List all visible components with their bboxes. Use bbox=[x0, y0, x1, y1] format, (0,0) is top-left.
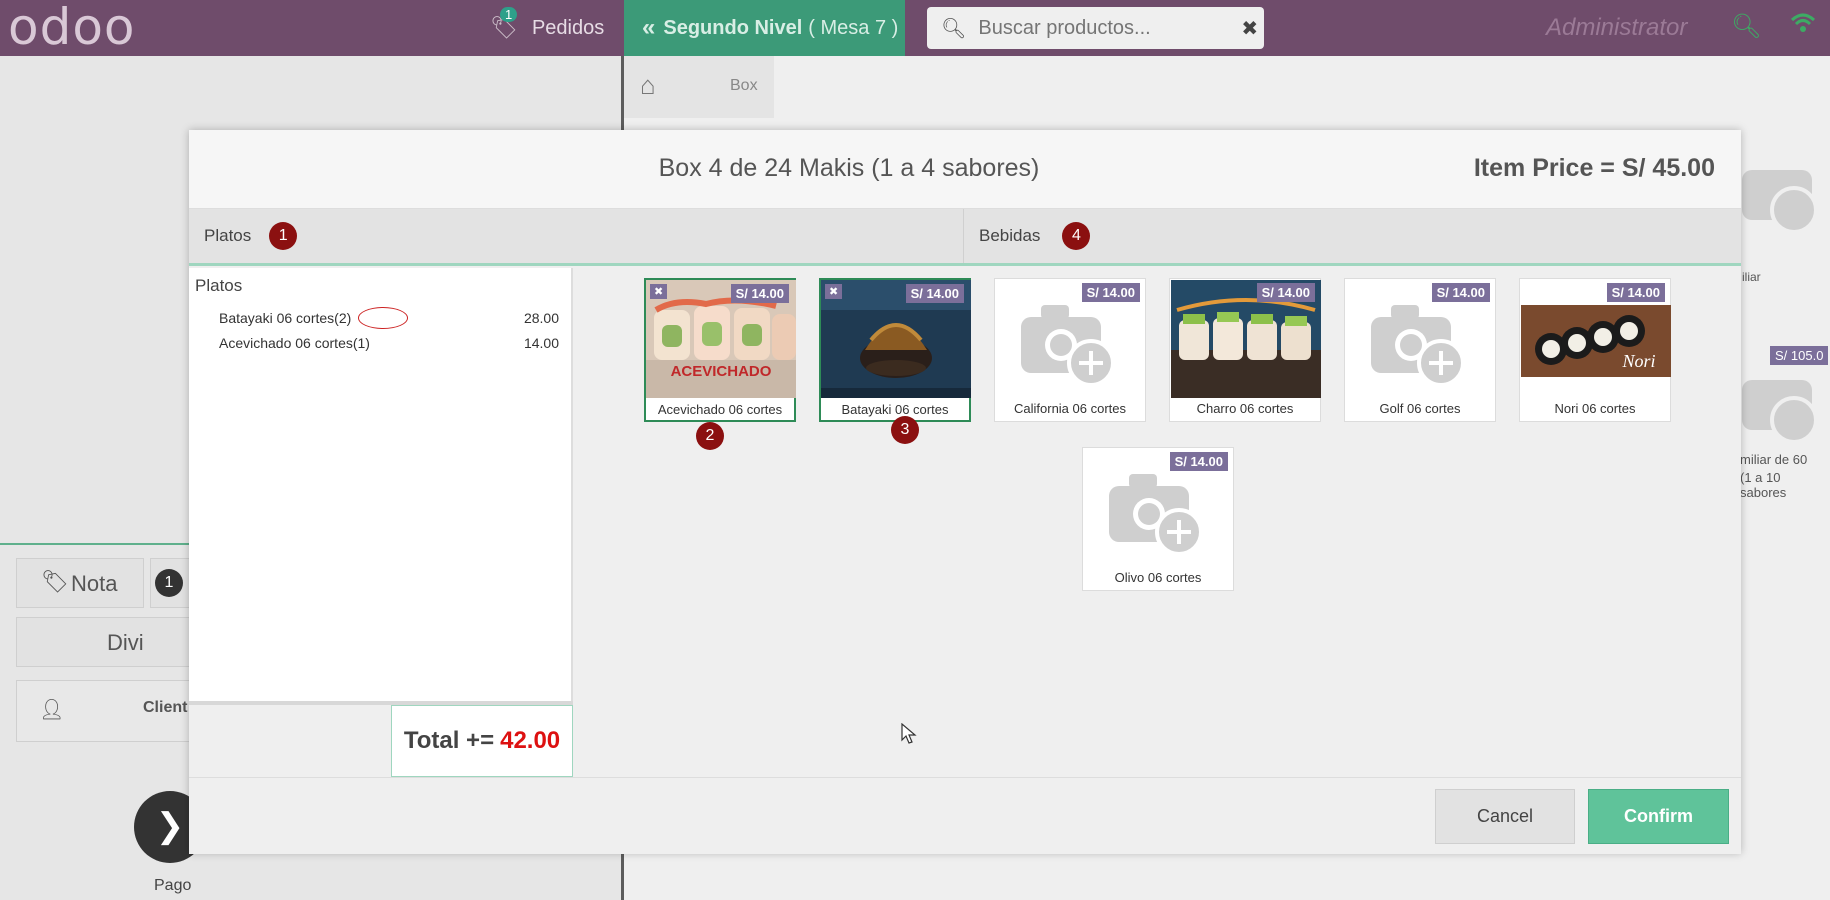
product-price: S/ 14.00 bbox=[730, 284, 789, 303]
summary-line: Batayaki 06 cortes(2) 28.00 bbox=[219, 307, 559, 329]
cancel-button[interactable]: Cancel bbox=[1435, 789, 1575, 844]
product-name: Nori 06 cortes bbox=[1554, 401, 1636, 416]
product-name: Batayaki 06 cortes bbox=[841, 402, 949, 417]
summary-line-name: Batayaki 06 cortes(2) bbox=[219, 310, 352, 326]
item-price: Item Price = S/ 45.00 bbox=[1473, 154, 1715, 182]
step-marker-1: 1 bbox=[269, 222, 298, 250]
camera-placeholder-icon bbox=[1371, 305, 1465, 387]
confirm-button[interactable]: Confirm bbox=[1588, 789, 1729, 844]
product-name: Olivo 06 cortes bbox=[1114, 570, 1202, 585]
product-price: S/ 14.00 bbox=[1256, 283, 1315, 302]
mouse-cursor-icon bbox=[901, 723, 917, 744]
total-label: Total += bbox=[403, 727, 495, 754]
product-card-golf[interactable]: S/ 14.00 Golf 06 cortes bbox=[1344, 278, 1496, 422]
tab-bebidas[interactable]: Bebidas 4 bbox=[964, 209, 1741, 263]
summary-line: Acevichado 06 cortes(1) 14.00 bbox=[219, 335, 559, 351]
product-name: Charro 06 cortes bbox=[1196, 401, 1294, 416]
highlight-ellipse bbox=[358, 307, 408, 329]
tab-platos-label: Platos bbox=[204, 226, 252, 245]
step-marker-4: 4 bbox=[1062, 222, 1091, 250]
category-tabs: Platos 1 Bebidas 4 bbox=[189, 209, 1741, 266]
summary-heading: Platos bbox=[195, 276, 243, 295]
product-card-nori[interactable]: Nori S/ 14.00 Nori 06 cortes bbox=[1519, 278, 1671, 422]
dialog-title: Box 4 de 24 Makis (1 a 4 sabores) bbox=[658, 154, 1040, 182]
product-price: S/ 14.00 bbox=[905, 284, 964, 303]
image-caption: Nori bbox=[1621, 351, 1655, 371]
step-marker-3: 3 bbox=[891, 416, 919, 444]
product-card-california[interactable]: S/ 14.00 California 06 cortes bbox=[994, 278, 1146, 422]
product-name: Acevichado 06 cortes bbox=[657, 402, 783, 417]
summary-line-value: 28.00 bbox=[523, 310, 559, 326]
product-card-olivo[interactable]: S/ 14.00 Olivo 06 cortes bbox=[1082, 447, 1234, 591]
image-caption: ACEVICHADO bbox=[671, 363, 772, 380]
remove-icon[interactable]: ✖ bbox=[650, 284, 668, 299]
product-card-batayaki[interactable]: ✖ S/ 14.00 Batayaki 06 cortes 3 bbox=[819, 278, 971, 444]
product-name: Golf 06 cortes bbox=[1379, 401, 1461, 416]
product-name: California 06 cortes bbox=[1014, 401, 1126, 416]
product-price: S/ 14.00 bbox=[1431, 283, 1490, 302]
dialog-footer: Cancel Confirm bbox=[189, 777, 1741, 854]
camera-placeholder-icon bbox=[1109, 474, 1203, 556]
product-price: S/ 14.00 bbox=[1169, 452, 1228, 471]
total-value: 42.00 bbox=[500, 727, 561, 754]
step-marker-2: 2 bbox=[696, 422, 724, 450]
combo-product-dialog: Box 4 de 24 Makis (1 a 4 sabores) Item P… bbox=[189, 130, 1741, 854]
product-price: S/ 14.00 bbox=[1081, 283, 1140, 302]
product-card-charro[interactable]: S/ 14.00 Charro 06 cortes bbox=[1169, 278, 1321, 422]
product-image: Nori bbox=[1521, 305, 1671, 377]
product-price: S/ 14.00 bbox=[1606, 283, 1665, 302]
dialog-header: Box 4 de 24 Makis (1 a 4 sabores) Item P… bbox=[189, 130, 1741, 209]
remove-icon[interactable]: ✖ bbox=[825, 284, 843, 299]
product-card-acevichado[interactable]: ACEVICHADO ✖ S/ 14.00 Acevichado 06 cort… bbox=[644, 278, 796, 450]
total-box: Total += 42.00 bbox=[391, 705, 573, 777]
tab-platos[interactable]: Platos 1 bbox=[189, 209, 964, 263]
summary-line-name: Acevichado 06 cortes(1) bbox=[219, 335, 370, 351]
tab-bebidas-label: Bebidas bbox=[979, 226, 1041, 245]
selection-summary: Platos Batayaki 06 cortes(2) 28.00 Acevi… bbox=[189, 268, 573, 701]
camera-placeholder-icon bbox=[1021, 305, 1115, 387]
summary-line-value: 14.00 bbox=[523, 335, 559, 351]
